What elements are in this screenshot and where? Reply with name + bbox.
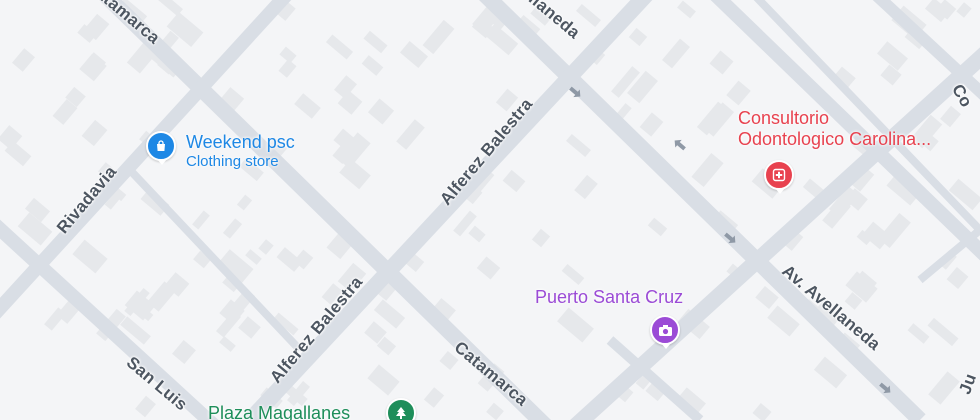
building [752,403,772,420]
building [17,212,53,246]
poi-consultorio-name-line1: Consultorio [738,108,830,128]
poi-puerto-label[interactable]: Puerto Santa Cruz [535,287,683,308]
building [639,112,664,137]
building [367,364,400,396]
building [172,339,196,365]
camera-icon [658,324,672,336]
poi-puerto-name: Puerto Santa Cruz [535,287,684,307]
building [422,19,455,55]
building [927,317,959,347]
building [476,256,501,280]
building [767,305,800,337]
building [222,218,243,239]
building [677,0,696,19]
building [691,152,724,188]
building [258,239,274,255]
building [396,119,425,150]
building [566,134,591,157]
building [367,98,395,125]
building [276,247,303,272]
building [192,210,210,230]
road-lower-diagonal [570,47,980,420]
building [561,263,585,286]
building [576,4,601,27]
building [325,34,354,60]
building [647,217,668,237]
poi-weekend-name: Weekend psc [186,132,295,152]
road-network [0,0,980,420]
poi-weekend-category: Clothing store [186,153,279,170]
building [468,225,486,243]
building [662,38,690,69]
building [219,336,236,352]
building [531,228,551,248]
poi-consultorio-pin[interactable] [764,160,794,194]
building [373,299,406,329]
road-minor-a [127,167,303,353]
building [726,80,751,106]
poi-consultorio-label[interactable]: Consultorio Odontologico Carolina... [738,108,931,150]
building [278,59,297,78]
poi-plaza-name: Plaza Magallanes [208,403,351,420]
poi-weekend-label[interactable]: Weekend psc Clothing store [186,132,295,170]
road-avellaneda [479,0,926,420]
building [12,48,35,72]
poi-plaza-pin[interactable] [386,398,416,420]
poi-consultorio-name-line2: Odontologico Carolina... [738,129,932,149]
building [502,169,526,193]
poi-puerto-pin[interactable] [650,315,680,349]
building [81,119,108,147]
building [245,249,262,265]
building [907,323,930,344]
one-way-arrow-icon [674,139,686,151]
building [628,27,648,47]
poi-weekend-pin[interactable] [146,131,176,165]
building [423,387,445,408]
shopping-bag-icon [157,140,165,151]
building [956,2,972,18]
road-minor-c [917,226,980,284]
building [294,93,321,119]
poi-plaza-label[interactable]: Plaza Magallanes [208,403,350,420]
building [486,402,504,420]
building [135,395,156,418]
building [946,267,969,289]
building [709,50,734,75]
building [361,55,384,76]
building [574,174,598,200]
medical-cross-icon [772,168,786,182]
building [877,41,908,71]
building [557,307,594,343]
building [813,356,848,389]
building [363,30,388,54]
building [236,194,253,211]
building [238,316,261,339]
building [72,239,108,274]
tree-icon [396,407,406,419]
map-canvas[interactable]: Catamarca Avellaneda Rivadavia Alferez B… [0,0,980,420]
